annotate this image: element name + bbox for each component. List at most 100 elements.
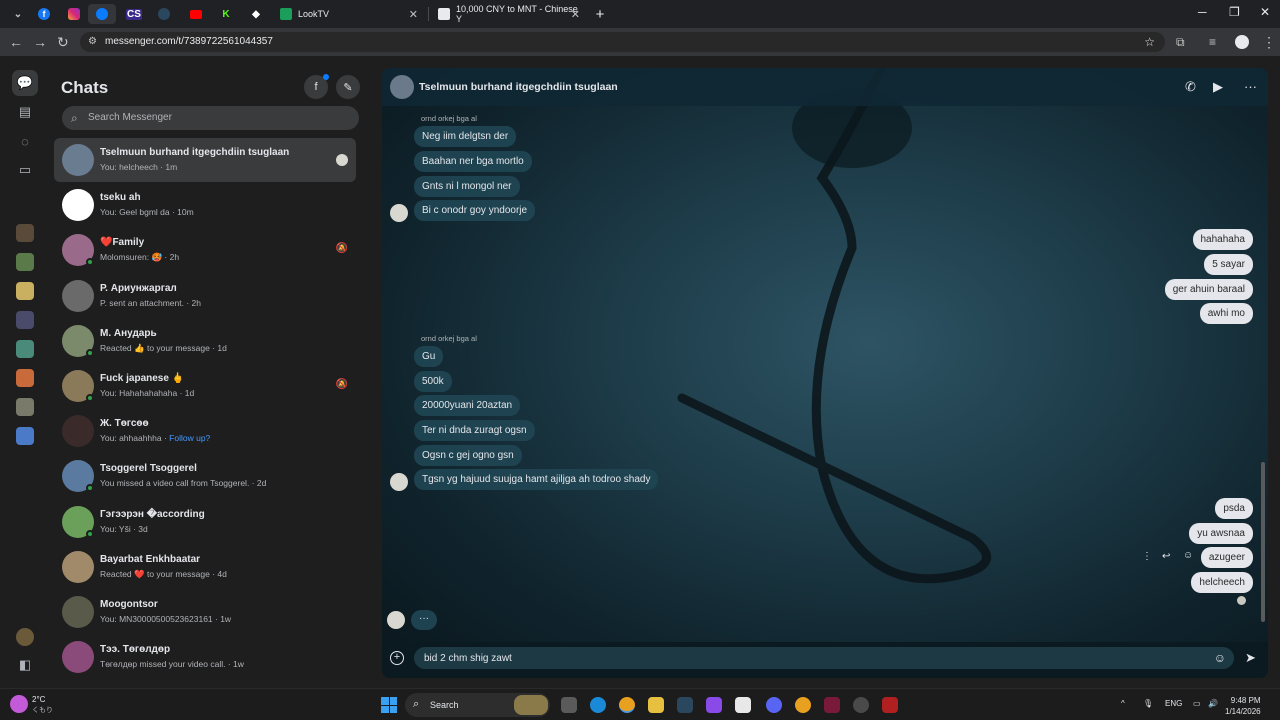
forward-icon[interactable]: → (33, 34, 47, 50)
reply-icon[interactable]: ↩ (1162, 551, 1170, 562)
voice-call-icon[interactable]: ✆ (1185, 79, 1196, 95)
chat-row[interactable]: Moogontsor You: MN30000500523623161 · 1w (54, 590, 356, 634)
community-avatar[interactable] (16, 427, 34, 445)
community-avatar[interactable] (16, 282, 34, 300)
more-actions-icon[interactable]: ⋮ (1142, 551, 1152, 562)
chat-row[interactable]: Tsoggerel Tsoggerel You missed a video ca… (54, 454, 356, 498)
community-avatar[interactable] (16, 224, 34, 242)
follow-up-link[interactable]: Follow up? (169, 433, 210, 443)
conversation-title[interactable]: Tselmuun burhand itgegchdiin tsuglaan (419, 81, 618, 93)
edge-icon[interactable] (590, 697, 606, 713)
tab-currency[interactable]: 10,000 CNY to MNT - Chinese Y ✕ (430, 2, 586, 26)
chat-row[interactable]: Гэгээрэн �according You: Yši · 3d (54, 500, 356, 544)
message-bubble[interactable]: 500k (414, 371, 452, 392)
message-bubble[interactable]: hahahaha (1192, 229, 1253, 250)
store-icon[interactable] (735, 697, 751, 713)
tab-instagram[interactable] (60, 4, 88, 24)
dota-icon[interactable] (882, 697, 898, 713)
react-icon[interactable]: ☺ (1183, 550, 1193, 561)
search-input[interactable]: ⌕ Search Messenger (62, 106, 359, 130)
bookmark-star-icon[interactable]: ☆ (1144, 35, 1155, 49)
chrome-icon[interactable] (619, 697, 635, 713)
reading-list-icon[interactable]: ≡ (1209, 34, 1216, 50)
send-icon[interactable]: ➤ (1245, 650, 1256, 666)
community-avatar[interactable] (16, 311, 34, 329)
add-attachment-icon[interactable]: + (390, 651, 404, 665)
requests-icon[interactable]: ◌ (12, 128, 38, 154)
close-window-icon[interactable]: ✕ (1260, 5, 1270, 19)
task-view-icon[interactable] (561, 697, 577, 713)
message-bubble[interactable]: azugeer (1200, 547, 1253, 568)
start-button[interactable] (381, 697, 397, 713)
tab-facebook[interactable]: f (30, 4, 58, 24)
chat-row[interactable]: ❤️Family Molomsuren: 🥵 · 2h 🔕 (54, 228, 356, 272)
tab-youtube[interactable] (182, 4, 210, 24)
message-bubble[interactable]: Ter ni dnda zuragt ogsn (414, 420, 535, 441)
chat-row[interactable]: Tselmuun burhand itgegchdiin tsuglaan You… (54, 138, 356, 182)
message-bubble[interactable]: psda (1215, 498, 1253, 519)
chat-row[interactable]: tseku ah You: Geel bgml da · 10m (54, 183, 356, 227)
message-bubble[interactable]: Tgsn yg hajuud suujga hamt ajiljga ah to… (414, 469, 659, 490)
facebook-button[interactable]: f (304, 74, 329, 99)
file-explorer-icon[interactable] (648, 697, 664, 713)
reload-icon[interactable]: ↻ (57, 34, 69, 50)
close-tab-icon[interactable]: ✕ (409, 8, 418, 21)
tab-list-button[interactable]: ⌄ (4, 4, 32, 24)
message-input[interactable]: bid 2 chm shig zawt ☺ (414, 647, 1234, 669)
tray-overflow-icon[interactable]: ^ (1121, 699, 1125, 708)
tab-messenger[interactable] (88, 4, 116, 24)
tab-diamond[interactable]: ◆ (242, 4, 270, 24)
message-bubble[interactable]: Gnts ni l mongol ner (414, 176, 520, 197)
message-bubble[interactable]: helcheech (1191, 572, 1253, 593)
message-input-text[interactable]: bid 2 chm shig zawt (424, 653, 512, 664)
conversation-scrollbar[interactable] (1260, 110, 1266, 630)
collapse-sidebar-icon[interactable]: ◧ (12, 652, 38, 678)
message-bubble[interactable]: 5 sayar (1204, 254, 1253, 275)
community-avatar[interactable] (16, 369, 34, 387)
sender-avatar[interactable] (390, 204, 408, 222)
settings-icon[interactable] (853, 697, 869, 713)
microphone-icon[interactable]: 🎙 (1143, 699, 1153, 708)
chat-row[interactable]: М. Анударь Reacted 👍 to your message · 1d (54, 319, 356, 363)
restore-icon[interactable]: ❐ (1229, 5, 1240, 19)
marketplace-icon[interactable]: ▤ (12, 99, 38, 125)
community-avatar[interactable] (16, 340, 34, 358)
message-bubble[interactable]: awhi mo (1199, 303, 1253, 324)
message-bubble[interactable]: yu awsnaa (1189, 523, 1253, 544)
archive-icon[interactable]: ▭ (12, 157, 38, 183)
chat-row[interactable]: Р. Ариунжаргал P. sent an attachment. · 2… (54, 274, 356, 318)
profile-avatar[interactable] (1235, 35, 1249, 49)
back-icon[interactable]: ← (9, 34, 23, 50)
profile-avatar[interactable] (16, 628, 34, 646)
chrome-profile-icon[interactable] (795, 697, 811, 713)
message-bubble[interactable]: Baahan ner bga mortlo (414, 151, 532, 172)
video-call-icon[interactable]: ▶ (1213, 79, 1223, 95)
tab-kick[interactable]: K (212, 4, 240, 24)
site-info-icon[interactable]: ⚙ (88, 36, 97, 47)
emoji-icon[interactable]: ☺ (1214, 651, 1226, 665)
message-bubble[interactable]: 20000yuani 20aztan (414, 395, 521, 416)
message-bubble[interactable]: Ogsn c gej ogno gsn (414, 445, 522, 466)
tab-steam[interactable] (150, 4, 178, 24)
community-avatar[interactable] (16, 253, 34, 271)
new-message-button[interactable]: ✎ (336, 75, 360, 99)
taskbar-search[interactable]: ⌕ Search (405, 693, 550, 717)
tab-cs[interactable]: CS (120, 4, 148, 24)
display-icon[interactable]: ▭ (1193, 699, 1201, 708)
address-bar[interactable]: ⚙ messenger.com/t/7389722561044357 ☆ (80, 32, 1165, 52)
chat-row[interactable]: Fuck japanese 🖕 You: Hahahahahaha · 1d 🔕 (54, 364, 356, 408)
browser-menu-icon[interactable]: ⋮ (1262, 34, 1276, 50)
more-options-icon[interactable]: ··· (1244, 79, 1257, 94)
message-bubble[interactable]: Neg iim delgtsn der (414, 126, 517, 147)
chat-row[interactable]: Тээ. Төгөлдөр Төгөлдөр missed your video … (54, 635, 356, 679)
url-text[interactable]: messenger.com/t/7389722561044357 (105, 36, 273, 47)
chat-row[interactable]: Ж. Төгсөө You: ahhaahhha · Follow up? (54, 409, 356, 453)
community-avatar[interactable] (16, 398, 34, 416)
new-tab-button[interactable]: + (586, 4, 614, 24)
language-indicator[interactable]: ENG (1165, 699, 1182, 708)
app-icon[interactable] (824, 697, 840, 713)
close-tab-icon[interactable]: ✕ (571, 8, 580, 21)
message-bubble[interactable]: ger ahuin baraal (1164, 279, 1253, 300)
copilot-icon[interactable] (706, 697, 722, 713)
scrollbar-thumb[interactable] (1261, 462, 1265, 622)
